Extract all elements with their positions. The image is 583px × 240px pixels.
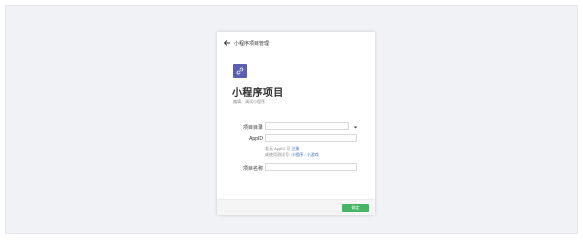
dialog-footer: 确定	[217, 199, 375, 215]
dir-dropdown-button[interactable]	[351, 123, 359, 131]
app-window: 小程序项目管理 小程序项目 编辑、调试小程序 项目目录 AppID 若无 App…	[5, 5, 578, 234]
new-project-dialog: 小程序项目管理 小程序项目 编辑、调试小程序 项目目录 AppID 若无 App…	[217, 32, 375, 215]
project-type-icon	[233, 64, 247, 78]
back-arrow-icon	[223, 40, 230, 46]
link-icon	[236, 67, 244, 75]
project-name-input[interactable]	[265, 163, 357, 171]
minigame-test-link[interactable]: 小游戏	[307, 152, 319, 157]
page-title: 小程序项目	[232, 88, 284, 99]
register-link[interactable]: 注册	[291, 146, 299, 151]
hint-test-line: 或使用测试号: 小程序 / 小游戏	[265, 152, 319, 158]
back-label: 小程序项目管理	[234, 40, 270, 47]
name-label: 项目名称	[242, 166, 263, 172]
confirm-button[interactable]: 确定	[342, 204, 369, 212]
miniprogram-test-link[interactable]: 小程序	[291, 152, 303, 157]
project-dir-input[interactable]	[265, 122, 349, 130]
hint-no-appid-text: 若无 AppID 可	[265, 146, 291, 151]
dir-label: 项目目录	[242, 125, 263, 131]
appid-input[interactable]	[265, 134, 357, 142]
hint-test-text: 或使用测试号:	[265, 152, 291, 157]
page-subtitle: 编辑、调试小程序	[233, 99, 265, 104]
back-button[interactable]: 小程序项目管理	[223, 38, 269, 48]
appid-label: AppID	[249, 136, 263, 142]
chevron-down-icon	[353, 126, 357, 128]
